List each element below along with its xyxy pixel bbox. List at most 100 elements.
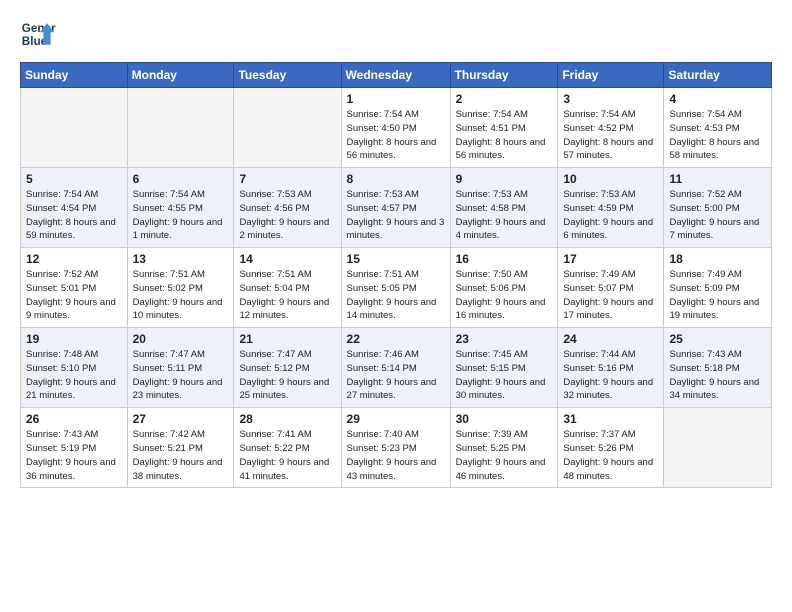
day-info: Sunrise: 7:37 AMSunset: 5:26 PMDaylight:… — [563, 428, 658, 483]
weekday-header-saturday: Saturday — [664, 63, 772, 88]
calendar-cell: 7Sunrise: 7:53 AMSunset: 4:56 PMDaylight… — [234, 168, 341, 248]
calendar-week-row: 1 Sunrise: 7:54 AMSunset: 4:50 PMDaylight… — [21, 88, 772, 168]
day-number: 13 — [133, 252, 229, 266]
calendar: SundayMondayTuesdayWednesdayThursdayFrid… — [20, 62, 772, 488]
day-number: 12 — [26, 252, 122, 266]
calendar-cell: 8 Sunrise: 7:53 AMSunset: 4:57 PMDaylight… — [341, 168, 450, 248]
calendar-cell: 12Sunrise: 7:52 AMSunset: 5:01 PMDayligh… — [21, 248, 128, 328]
day-number: 2 — [456, 92, 553, 106]
weekday-header-sunday: Sunday — [21, 63, 128, 88]
calendar-cell: 3 Sunrise: 7:54 AMSunset: 4:52 PMDaylight… — [558, 88, 664, 168]
header: General Blue — [20, 16, 772, 52]
calendar-week-row: 26 Sunrise: 7:43 AMSunset: 5:19 PMDayligh… — [21, 408, 772, 488]
day-info: Sunrise: 7:53 AMSunset: 4:59 PMDaylight:… — [563, 188, 658, 243]
day-info: Sunrise: 7:41 AMSunset: 5:22 PMDaylight:… — [239, 428, 335, 483]
calendar-cell — [21, 88, 128, 168]
day-info: Sunrise: 7:46 AMSunset: 5:14 PMDaylight:… — [347, 348, 445, 403]
day-info: Sunrise: 7:53 AMSunset: 4:58 PMDaylight:… — [456, 188, 553, 243]
calendar-cell: 11 Sunrise: 7:52 AMSunset: 5:00 PMDayligh… — [664, 168, 772, 248]
day-number: 1 — [347, 92, 445, 106]
calendar-cell: 22 Sunrise: 7:46 AMSunset: 5:14 PMDayligh… — [341, 328, 450, 408]
day-info: Sunrise: 7:51 AMSunset: 5:02 PMDaylight:… — [133, 268, 229, 323]
day-number: 20 — [133, 332, 229, 346]
calendar-cell: 28Sunrise: 7:41 AMSunset: 5:22 PMDayligh… — [234, 408, 341, 488]
day-number: 14 — [239, 252, 335, 266]
day-number: 3 — [563, 92, 658, 106]
weekday-header-wednesday: Wednesday — [341, 63, 450, 88]
day-info: Sunrise: 7:44 AMSunset: 5:16 PMDaylight:… — [563, 348, 658, 403]
calendar-cell: 19 Sunrise: 7:48 AMSunset: 5:10 PMDayligh… — [21, 328, 128, 408]
day-info: Sunrise: 7:52 AMSunset: 5:00 PMDaylight:… — [669, 188, 766, 243]
calendar-week-row: 19 Sunrise: 7:48 AMSunset: 5:10 PMDayligh… — [21, 328, 772, 408]
day-info: Sunrise: 7:54 AMSunset: 4:52 PMDaylight:… — [563, 108, 658, 163]
day-info: Sunrise: 7:43 AMSunset: 5:18 PMDaylight:… — [669, 348, 766, 403]
calendar-cell: 10Sunrise: 7:53 AMSunset: 4:59 PMDayligh… — [558, 168, 664, 248]
day-number: 25 — [669, 332, 766, 346]
day-number: 19 — [26, 332, 122, 346]
calendar-cell: 21 Sunrise: 7:47 AMSunset: 5:12 PMDayligh… — [234, 328, 341, 408]
calendar-cell: 20Sunrise: 7:47 AMSunset: 5:11 PMDayligh… — [127, 328, 234, 408]
calendar-cell: 30Sunrise: 7:39 AMSunset: 5:25 PMDayligh… — [450, 408, 558, 488]
calendar-week-row: 12Sunrise: 7:52 AMSunset: 5:01 PMDayligh… — [21, 248, 772, 328]
day-info: Sunrise: 7:54 AMSunset: 4:54 PMDaylight:… — [26, 188, 122, 243]
calendar-cell: 31 Sunrise: 7:37 AMSunset: 5:26 PMDayligh… — [558, 408, 664, 488]
day-info: Sunrise: 7:42 AMSunset: 5:21 PMDaylight:… — [133, 428, 229, 483]
day-info: Sunrise: 7:51 AMSunset: 5:04 PMDaylight:… — [239, 268, 335, 323]
calendar-cell: 6 Sunrise: 7:54 AMSunset: 4:55 PMDaylight… — [127, 168, 234, 248]
calendar-cell: 26 Sunrise: 7:43 AMSunset: 5:19 PMDayligh… — [21, 408, 128, 488]
calendar-cell: 4Sunrise: 7:54 AMSunset: 4:53 PMDaylight… — [664, 88, 772, 168]
logo: General Blue — [20, 16, 56, 52]
day-number: 23 — [456, 332, 553, 346]
weekday-header-thursday: Thursday — [450, 63, 558, 88]
day-info: Sunrise: 7:54 AMSunset: 4:53 PMDaylight:… — [669, 108, 766, 163]
day-number: 17 — [563, 252, 658, 266]
day-info: Sunrise: 7:50 AMSunset: 5:06 PMDaylight:… — [456, 268, 553, 323]
day-info: Sunrise: 7:40 AMSunset: 5:23 PMDaylight:… — [347, 428, 445, 483]
day-number: 22 — [347, 332, 445, 346]
calendar-cell — [664, 408, 772, 488]
day-info: Sunrise: 7:54 AMSunset: 4:55 PMDaylight:… — [133, 188, 229, 243]
calendar-cell: 2Sunrise: 7:54 AMSunset: 4:51 PMDaylight… — [450, 88, 558, 168]
day-number: 18 — [669, 252, 766, 266]
weekday-header-tuesday: Tuesday — [234, 63, 341, 88]
day-info: Sunrise: 7:39 AMSunset: 5:25 PMDaylight:… — [456, 428, 553, 483]
day-info: Sunrise: 7:49 AMSunset: 5:09 PMDaylight:… — [669, 268, 766, 323]
calendar-cell: 13 Sunrise: 7:51 AMSunset: 5:02 PMDayligh… — [127, 248, 234, 328]
calendar-cell: 9 Sunrise: 7:53 AMSunset: 4:58 PMDaylight… — [450, 168, 558, 248]
calendar-cell — [127, 88, 234, 168]
day-number: 31 — [563, 412, 658, 426]
day-info: Sunrise: 7:53 AMSunset: 4:56 PMDaylight:… — [239, 188, 335, 243]
calendar-cell: 15Sunrise: 7:51 AMSunset: 5:05 PMDayligh… — [341, 248, 450, 328]
calendar-week-row: 5 Sunrise: 7:54 AMSunset: 4:54 PMDaylight… — [21, 168, 772, 248]
day-number: 15 — [347, 252, 445, 266]
calendar-cell: 17 Sunrise: 7:49 AMSunset: 5:07 PMDayligh… — [558, 248, 664, 328]
calendar-cell — [234, 88, 341, 168]
day-info: Sunrise: 7:54 AMSunset: 4:50 PMDaylight:… — [347, 108, 445, 163]
day-number: 16 — [456, 252, 553, 266]
day-number: 9 — [456, 172, 553, 186]
day-number: 26 — [26, 412, 122, 426]
calendar-cell: 23 Sunrise: 7:45 AMSunset: 5:15 PMDayligh… — [450, 328, 558, 408]
day-number: 21 — [239, 332, 335, 346]
page: General Blue SundayMondayTuesdayWednesda… — [0, 0, 792, 504]
calendar-cell: 27 Sunrise: 7:42 AMSunset: 5:21 PMDayligh… — [127, 408, 234, 488]
calendar-cell: 5 Sunrise: 7:54 AMSunset: 4:54 PMDaylight… — [21, 168, 128, 248]
calendar-cell: 18 Sunrise: 7:49 AMSunset: 5:09 PMDayligh… — [664, 248, 772, 328]
day-number: 5 — [26, 172, 122, 186]
day-info: Sunrise: 7:49 AMSunset: 5:07 PMDaylight:… — [563, 268, 658, 323]
day-info: Sunrise: 7:45 AMSunset: 5:15 PMDaylight:… — [456, 348, 553, 403]
day-number: 8 — [347, 172, 445, 186]
day-info: Sunrise: 7:47 AMSunset: 5:12 PMDaylight:… — [239, 348, 335, 403]
calendar-cell: 29Sunrise: 7:40 AMSunset: 5:23 PMDayligh… — [341, 408, 450, 488]
day-info: Sunrise: 7:43 AMSunset: 5:19 PMDaylight:… — [26, 428, 122, 483]
weekday-header-monday: Monday — [127, 63, 234, 88]
calendar-cell: 1 Sunrise: 7:54 AMSunset: 4:50 PMDaylight… — [341, 88, 450, 168]
day-number: 27 — [133, 412, 229, 426]
calendar-cell: 24Sunrise: 7:44 AMSunset: 5:16 PMDayligh… — [558, 328, 664, 408]
day-info: Sunrise: 7:53 AMSunset: 4:57 PMDaylight:… — [347, 188, 445, 243]
day-number: 6 — [133, 172, 229, 186]
day-number: 11 — [669, 172, 766, 186]
weekday-header-friday: Friday — [558, 63, 664, 88]
logo-icon: General Blue — [20, 16, 56, 52]
day-info: Sunrise: 7:48 AMSunset: 5:10 PMDaylight:… — [26, 348, 122, 403]
